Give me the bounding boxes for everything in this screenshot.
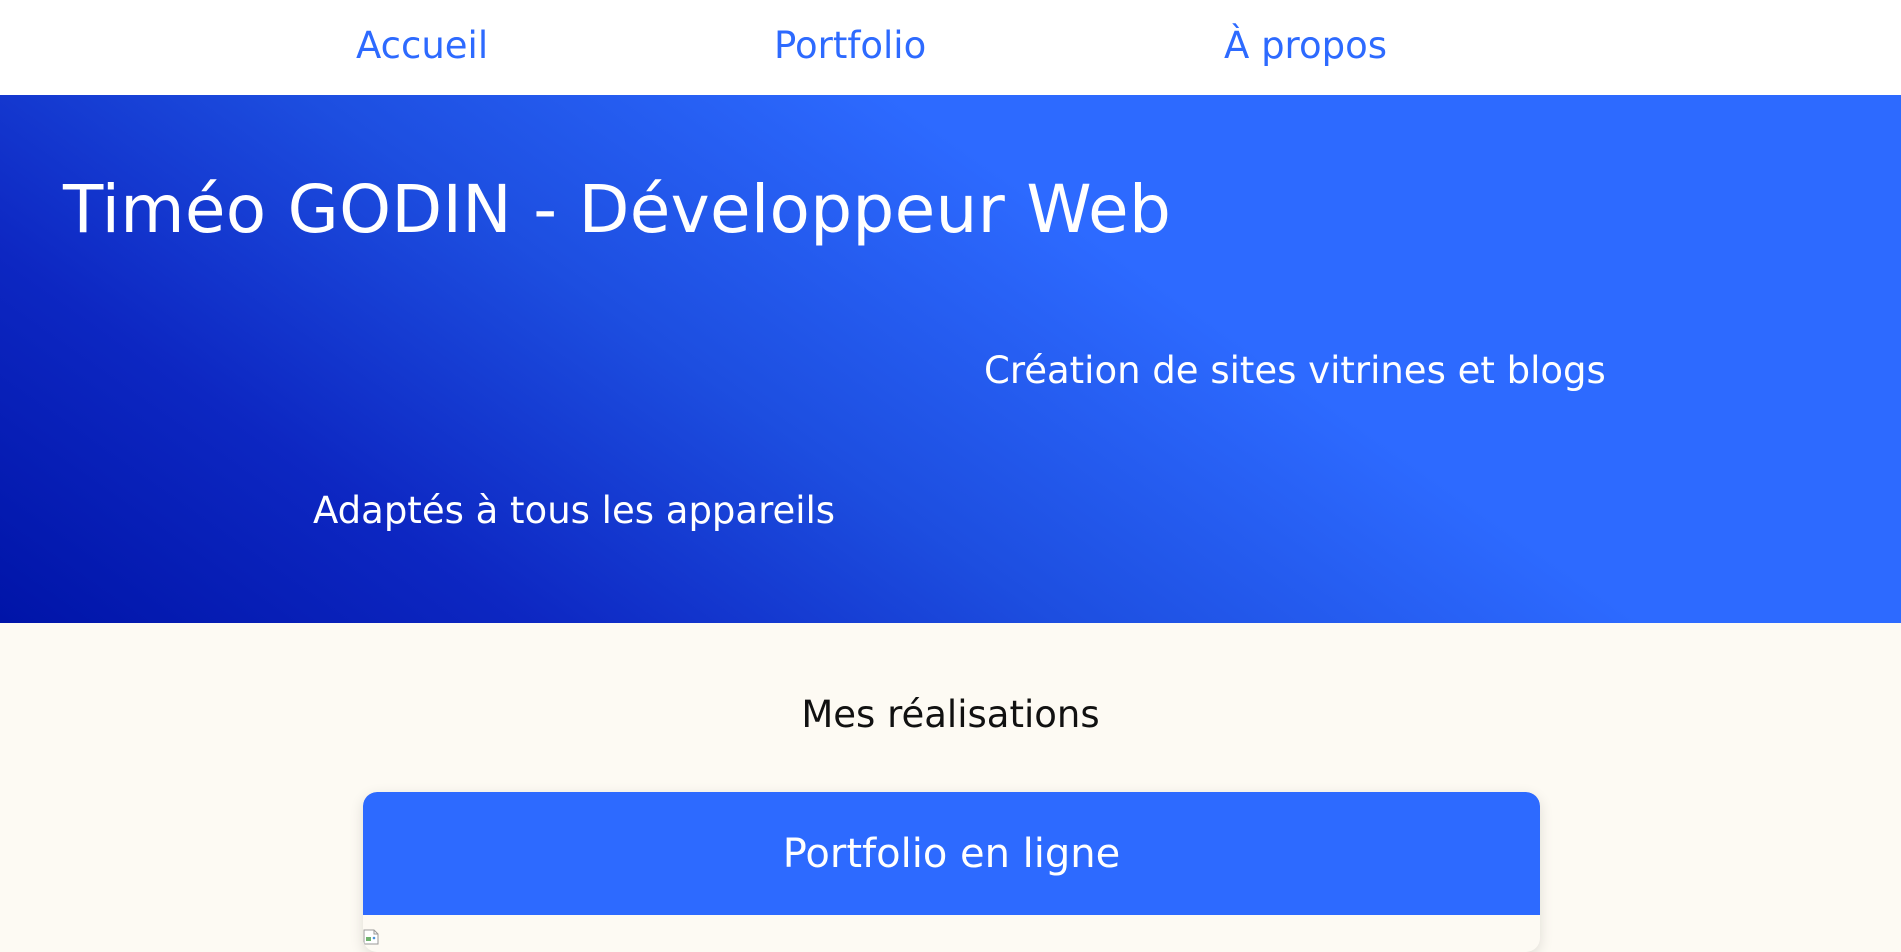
projects-section: Mes réalisations Portfolio en ligne xyxy=(0,623,1901,952)
hero-title: Timéo GODIN - Développeur Web xyxy=(63,171,1172,248)
hero-tagline-sites: Création de sites vitrines et blogs xyxy=(984,349,1606,392)
broken-image-icon xyxy=(363,929,379,945)
project-card: Portfolio en ligne xyxy=(363,792,1540,952)
hero-tagline-devices: Adaptés à tous les appareils xyxy=(313,489,836,532)
project-card-title: Portfolio en ligne xyxy=(782,831,1121,877)
project-card-header[interactable]: Portfolio en ligne xyxy=(363,792,1540,915)
nav-link-a-propos[interactable]: À propos xyxy=(1224,22,1387,70)
nav-link-accueil[interactable]: Accueil xyxy=(356,22,488,70)
top-navigation: Accueil Portfolio À propos xyxy=(0,0,1901,95)
projects-section-title: Mes réalisations xyxy=(801,693,1100,736)
hero-banner: Timéo GODIN - Développeur Web Création d… xyxy=(0,95,1901,623)
nav-link-portfolio[interactable]: Portfolio xyxy=(774,22,926,70)
